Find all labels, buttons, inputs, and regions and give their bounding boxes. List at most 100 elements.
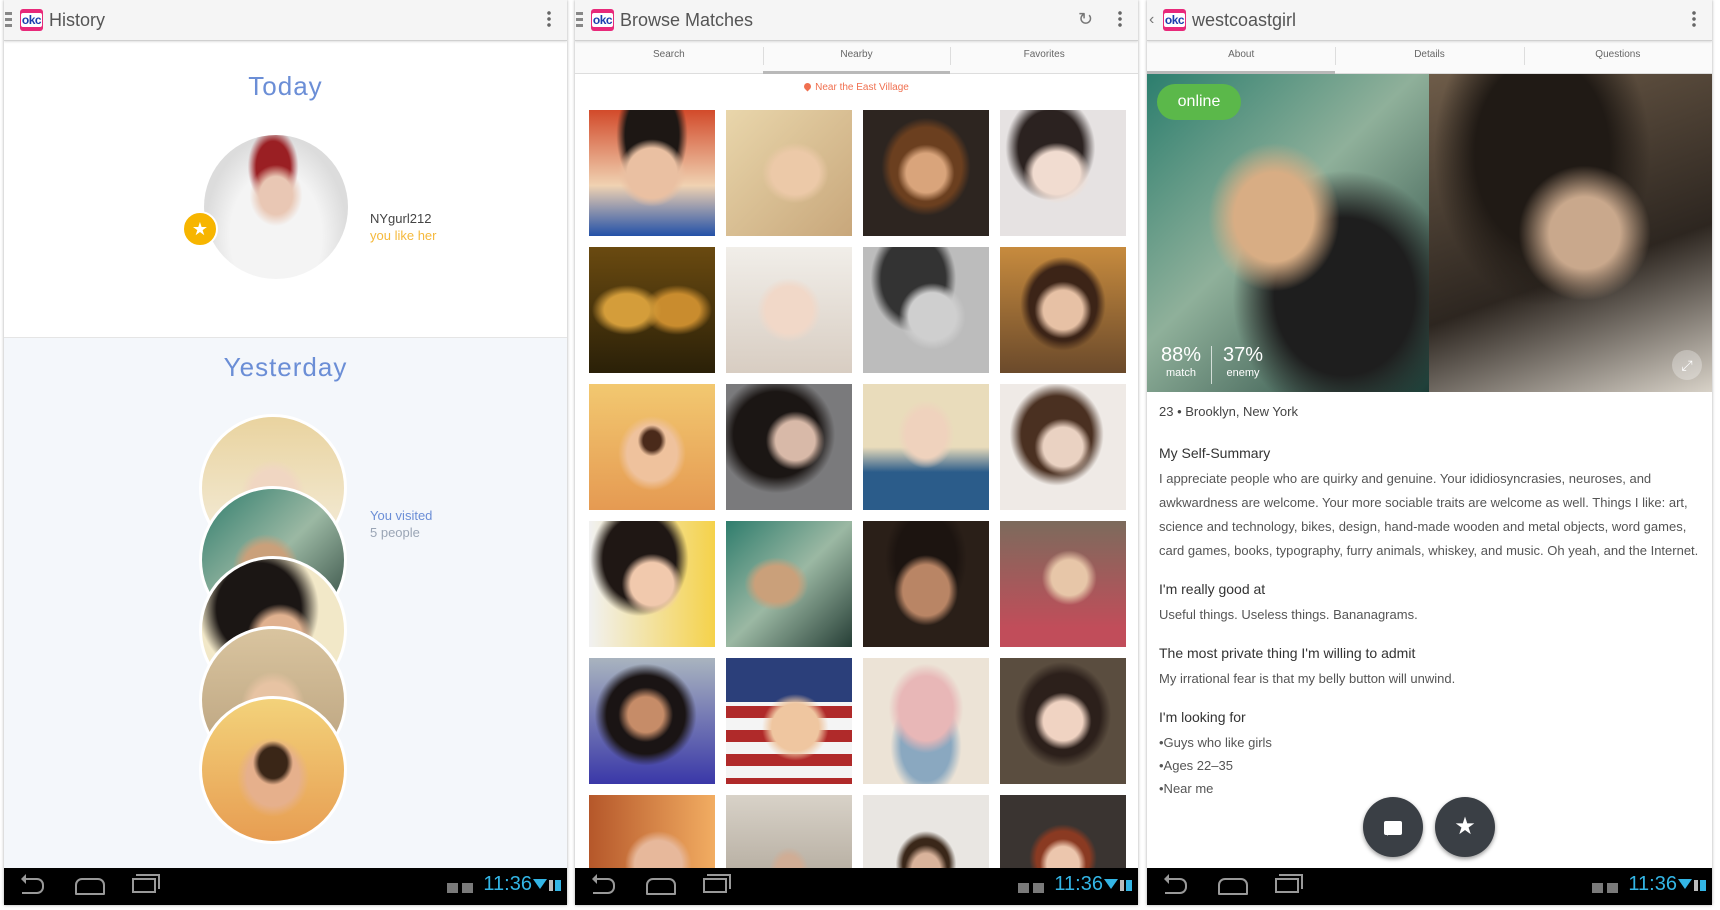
tab-favorites[interactable]: Favorites (950, 40, 1138, 73)
star-icon: ★ (1454, 813, 1476, 840)
location-filter[interactable]: Near the East Village (575, 81, 1138, 93)
back-icon[interactable] (21, 874, 44, 894)
clock: 11:36 (1628, 873, 1677, 895)
match-photo[interactable] (726, 384, 852, 510)
match-photo[interactable] (863, 247, 989, 373)
browse-tabs: Search Nearby Favorites (575, 40, 1138, 74)
profile-tabs: About Details Questions (1147, 40, 1712, 74)
avatar[interactable] (204, 135, 348, 279)
status-icons (1678, 879, 1708, 893)
today-section: Today ★ NYgurl212 you like her (4, 41, 567, 338)
looking-for-item: •Guys who like girls (1159, 735, 1272, 750)
match-photo[interactable] (1000, 110, 1126, 236)
match-percent: 88% (1160, 344, 1202, 366)
tab-about[interactable]: About (1147, 40, 1336, 74)
yesterday-heading: Yesterday (223, 352, 348, 382)
back-chevron-icon[interactable]: ‹ (1149, 12, 1154, 28)
match-photo[interactable] (726, 521, 852, 647)
notification-icons (1592, 880, 1626, 893)
profile-photo[interactable] (1429, 74, 1712, 392)
section-heading: I'm looking for (1159, 709, 1246, 725)
match-photo[interactable] (863, 110, 989, 236)
star-icon: ★ (182, 211, 218, 247)
overflow-menu-icon[interactable] (1692, 10, 1696, 28)
match-photo[interactable] (726, 110, 852, 236)
refresh-icon[interactable]: ↻ (1078, 10, 1093, 28)
battery-icon (1700, 880, 1706, 891)
profile-meta: 23 • Brooklyn, New York (1159, 404, 1298, 419)
message-icon (1384, 820, 1402, 836)
battery-icon (555, 880, 561, 891)
match-photo[interactable] (863, 521, 989, 647)
system-nav-bar: 11:36 (575, 868, 1138, 905)
page-title: Browse Matches (620, 10, 754, 30)
location-pin-icon (802, 81, 813, 92)
recent-apps-icon[interactable] (1275, 878, 1299, 893)
wifi-icon (533, 879, 547, 896)
wifi-icon (1678, 879, 1692, 896)
browse-panel: okc Browse Matches ↻ Search Nearby Favor… (575, 0, 1138, 905)
battery-icon (1126, 880, 1132, 891)
yesterday-section: Yesterday You visited 5 people (4, 338, 567, 868)
section-body: My irrational fear is that my belly butt… (1159, 671, 1456, 686)
match-photo[interactable] (589, 658, 715, 784)
back-icon[interactable] (1164, 874, 1187, 894)
match-photo[interactable] (1000, 521, 1126, 647)
recent-apps-icon[interactable] (132, 878, 156, 893)
bluetooth-icon (1694, 880, 1698, 891)
menu-icon[interactable] (576, 12, 583, 28)
system-nav-bar: 11:36 (4, 868, 567, 905)
tab-nearby[interactable]: Nearby (762, 40, 951, 74)
home-icon[interactable] (1218, 878, 1248, 895)
tab-questions[interactable]: Questions (1523, 40, 1712, 73)
action-bar: ‹ okc westcoastgirl (1147, 0, 1712, 41)
notification-icons (447, 880, 481, 893)
overflow-menu-icon[interactable] (1118, 10, 1122, 28)
tab-search[interactable]: Search (575, 40, 763, 73)
recent-apps-icon[interactable] (703, 878, 727, 893)
match-photo[interactable] (1000, 247, 1126, 373)
match-stat: 88% match (1153, 344, 1209, 379)
like-status: you like her (370, 228, 437, 243)
home-icon[interactable] (75, 878, 105, 895)
page-title: History (49, 10, 106, 30)
home-icon[interactable] (646, 878, 676, 895)
back-icon[interactable] (592, 874, 615, 894)
match-photo[interactable] (863, 384, 989, 510)
match-photo[interactable] (863, 658, 989, 784)
section-heading: The most private thing I'm willing to ad… (1159, 645, 1416, 661)
match-photo[interactable] (589, 521, 715, 647)
okc-logo-icon[interactable]: okc (1163, 9, 1186, 31)
match-photo[interactable] (1000, 384, 1126, 510)
section-body: I appreciate people who are quirky and g… (1159, 471, 1699, 558)
message-button[interactable] (1363, 797, 1423, 857)
match-photo[interactable] (726, 247, 852, 373)
match-photo[interactable] (589, 247, 715, 373)
clock: 11:36 (483, 873, 532, 895)
like-button[interactable]: ★ (1435, 797, 1495, 857)
match-photo[interactable] (589, 384, 715, 510)
page-title: westcoastgirl (1192, 10, 1297, 30)
match-username[interactable]: NYgurl212 (370, 211, 431, 226)
profile-photos: online 88% match 37% enemy ⤢ (1147, 74, 1712, 392)
match-label: match (1166, 367, 1196, 379)
system-nav-bar: 11:36 (1147, 868, 1712, 905)
notification-icons (1018, 880, 1052, 893)
match-photo[interactable] (1000, 658, 1126, 784)
okc-logo-icon[interactable]: okc (20, 9, 43, 31)
enemy-percent: 37% (1222, 344, 1264, 366)
okc-logo-icon[interactable]: okc (591, 9, 614, 31)
menu-icon[interactable] (5, 12, 12, 28)
expand-icon[interactable]: ⤢ (1672, 350, 1702, 380)
match-photo[interactable] (726, 658, 852, 784)
visited-avatar[interactable] (199, 696, 347, 844)
section-body: Useful things. Useless things. Bananagra… (1159, 607, 1418, 622)
tab-details[interactable]: Details (1335, 40, 1523, 73)
profile-panel: ‹ okc westcoastgirl About Details Questi… (1147, 0, 1712, 905)
status-icons (1104, 879, 1134, 893)
visited-label[interactable]: You visited (370, 508, 432, 523)
overflow-menu-icon[interactable] (547, 10, 551, 28)
looking-for-item: •Near me (1159, 781, 1214, 796)
match-photo[interactable] (589, 110, 715, 236)
status-icons (533, 879, 563, 893)
